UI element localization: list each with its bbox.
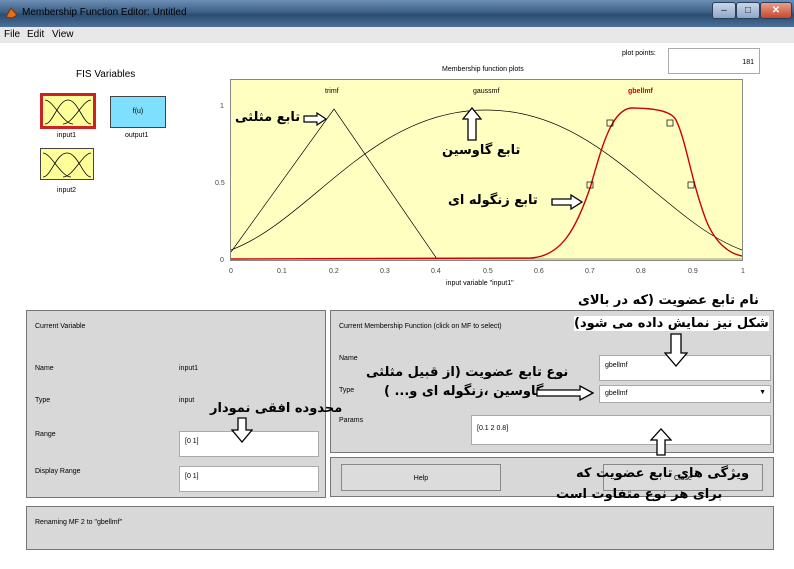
- maximize-button[interactable]: □: [736, 2, 760, 19]
- right-arrow-icon: [551, 194, 583, 210]
- mf-name-value: gbellmf: [605, 362, 628, 369]
- mf-params-value: [0.1 2 0.8]: [477, 425, 509, 432]
- plot-points-label: plot points:: [622, 50, 656, 57]
- gbellmf-label[interactable]: gbellmf: [628, 88, 653, 95]
- mf-type-value: gbellmf: [605, 390, 628, 397]
- var-type-label: Type: [35, 397, 51, 404]
- input1-label: input1: [57, 132, 77, 139]
- annotation-bell: تابع زنگوله ای: [448, 193, 538, 208]
- annotation-triangle: تابع مثلثی: [235, 110, 301, 125]
- x-tick: 0.9: [688, 268, 698, 275]
- plot-points-value: 181: [742, 59, 754, 66]
- mf-name-label: Name: [339, 355, 358, 362]
- annotation-mf-name-line1: نام تابع عضویت (که در بالای: [578, 293, 759, 308]
- x-tick: 0.4: [431, 268, 441, 275]
- y-tick: 1: [220, 103, 224, 110]
- right-arrow-icon: [303, 112, 327, 126]
- matlab-icon: [5, 7, 18, 19]
- input2-label: input2: [57, 187, 77, 194]
- mf-shape-icon: [44, 99, 92, 125]
- plot-title: Membership function plots: [442, 66, 524, 73]
- menu-file[interactable]: File: [4, 29, 20, 40]
- fis-variables-title: FIS Variables: [76, 69, 136, 80]
- input2-variable-box[interactable]: [40, 148, 94, 180]
- display-range-value: [0 1]: [185, 473, 199, 480]
- var-type-value: input: [179, 397, 195, 404]
- gaussmf-label[interactable]: gaussmf: [473, 88, 499, 95]
- up-arrow-icon: [462, 107, 482, 141]
- mf-type-dropdown[interactable]: gbellmf ▼: [599, 385, 771, 403]
- right-arrow-icon: [536, 385, 594, 401]
- var-name-value: input1: [179, 365, 199, 372]
- gbellmf-handle-3: [666, 119, 674, 127]
- output1-label: output1: [125, 132, 149, 139]
- y-tick: 0.5: [215, 180, 225, 187]
- status-bar: Renaming MF 2 to "gbellmf": [26, 506, 774, 550]
- current-mf-header: Current Membership Function (click on MF…: [339, 323, 502, 330]
- menu-edit[interactable]: Edit: [27, 29, 44, 40]
- down-arrow-icon: [231, 417, 253, 443]
- x-tick: 0.3: [380, 268, 390, 275]
- window-title: Membership Function Editor: Untitled: [22, 7, 187, 18]
- gbellmf-handle-4: [687, 181, 695, 189]
- y-tick: 0: [220, 257, 224, 264]
- x-tick: 0.5: [483, 268, 493, 275]
- annotation-mf-type-line2: ،گاوسین ،زنگوله ای و... ): [384, 384, 549, 399]
- menu-view[interactable]: View: [52, 29, 74, 40]
- annotation-gauss: تابع گاوسین: [442, 143, 521, 158]
- input1-variable-box[interactable]: [40, 93, 96, 129]
- close-window-button[interactable]: ✕: [760, 2, 792, 19]
- gbellmf-curve: [230, 107, 743, 260]
- x-tick: 0.8: [636, 268, 646, 275]
- x-tick: 0.6: [534, 268, 544, 275]
- x-tick: 0.1: [277, 268, 287, 275]
- annotation-range: محدوده افقی نمودار: [210, 401, 343, 416]
- output-glyph: f(u): [132, 108, 144, 115]
- gaussmf-curve: [230, 109, 743, 251]
- mf-type-label: Type: [339, 387, 355, 394]
- membership-plot[interactable]: [230, 79, 743, 261]
- trimf-curve: [230, 108, 438, 260]
- annotation-mf-type-line1: نوع تابع عضویت (از قبیل مثلثی: [366, 365, 569, 380]
- x-tick: 0.2: [329, 268, 339, 275]
- annotation-params-line1: ویژگی های تابع عضویت که: [576, 466, 750, 481]
- chevron-down-icon: ▼: [759, 389, 766, 396]
- annotation-params-line2: برای هر نوع متفاوت است: [556, 487, 723, 502]
- range-value: [0 1]: [185, 438, 199, 445]
- display-range-label: Display Range: [35, 468, 81, 475]
- help-button-label: Help: [413, 475, 429, 482]
- mf-params-label: Params: [339, 417, 364, 424]
- current-mf-panel: Current Membership Function (click on MF…: [330, 310, 774, 453]
- up-arrow-icon: [650, 428, 672, 456]
- x-tick: 0: [229, 268, 233, 275]
- membership-plot-svg: [230, 107, 743, 260]
- x-tick: 1: [741, 268, 745, 275]
- range-label: Range: [35, 431, 56, 438]
- var-name-label: Name: [35, 365, 54, 372]
- x-axis-label: input variable "input1": [446, 280, 514, 287]
- annotation-mf-name-line2: شکل نیز نمایش داده می شود): [574, 316, 769, 331]
- mf-params-input[interactable]: [0.1 2 0.8]: [471, 415, 771, 445]
- title-bar: Membership Function Editor: Untitled – □…: [0, 0, 794, 27]
- plot-points-input[interactable]: 181: [668, 48, 760, 74]
- down-arrow-icon: [664, 333, 688, 367]
- display-range-input[interactable]: [0 1]: [179, 466, 319, 492]
- help-button[interactable]: Help: [341, 464, 501, 491]
- minimize-button[interactable]: –: [712, 2, 736, 19]
- current-variable-header: Current Variable: [35, 323, 86, 330]
- menu-bar: File Edit View: [0, 27, 794, 43]
- status-text: Renaming MF 2 to "gbellmf": [35, 519, 123, 526]
- x-tick: 0.7: [585, 268, 595, 275]
- trimf-label[interactable]: trimf: [325, 88, 339, 95]
- mf-shape-icon: [42, 152, 92, 178]
- output1-variable-box[interactable]: f(u): [110, 96, 166, 128]
